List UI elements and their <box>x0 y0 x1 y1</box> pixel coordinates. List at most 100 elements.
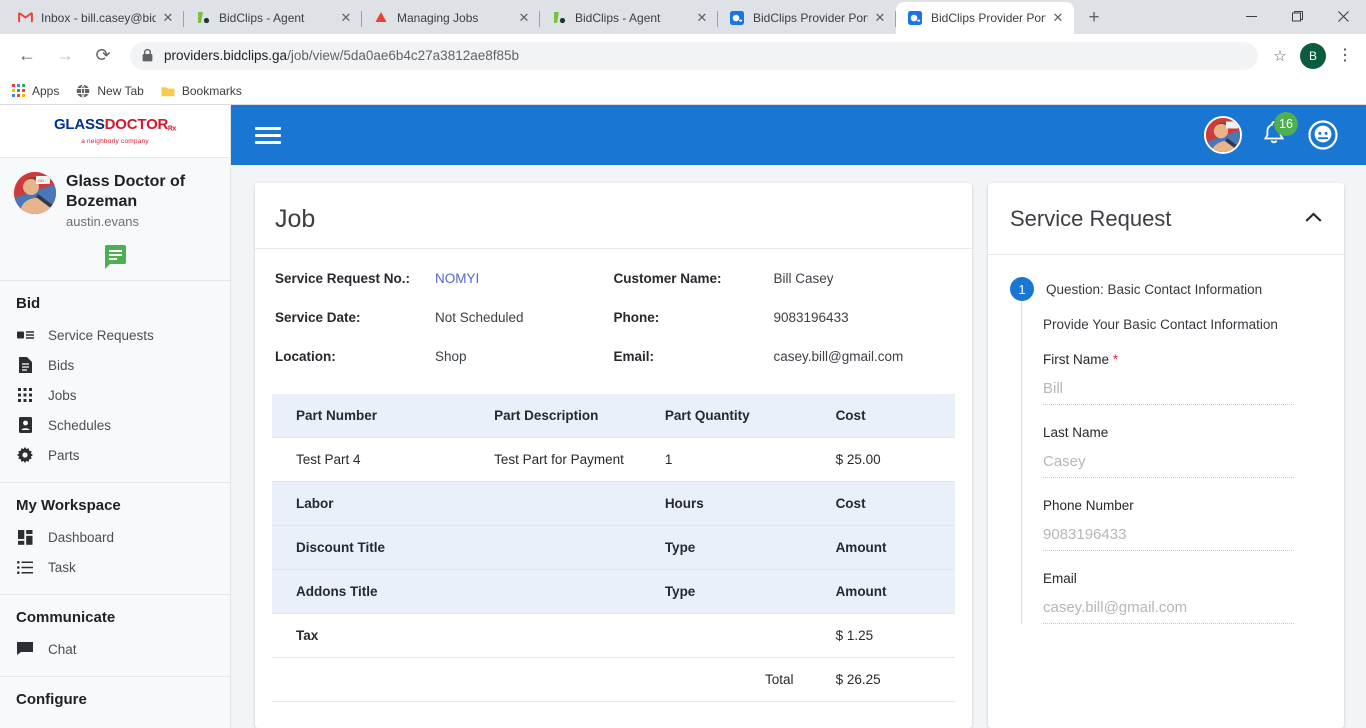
maximize-button[interactable] <box>1274 0 1320 32</box>
notification-badge: 16 <box>1274 112 1298 137</box>
sidebar-group-configure: Configure <box>0 677 230 728</box>
help-button[interactable] <box>1308 120 1338 150</box>
sidebar-item-jobs[interactable]: Jobs <box>0 380 230 410</box>
sidebar-group-title: My Workspace <box>16 497 121 514</box>
logo-mark: ᴿˣ <box>168 124 177 136</box>
sidebar-item-bids[interactable]: Bids <box>0 350 230 380</box>
tab-title: BidClips Provider Portal <box>753 10 868 25</box>
hamburger-icon[interactable] <box>255 123 281 148</box>
tab-title: BidClips - Agent <box>219 10 305 25</box>
back-button[interactable]: ← <box>10 39 44 73</box>
bookmark-apps[interactable]: Apps <box>10 83 59 99</box>
job-details: Service Request No.: NOMYI Service Date:… <box>255 249 972 370</box>
tab-close-icon[interactable]: ✕ <box>1050 10 1066 26</box>
browser-tabstrip: Inbox - bill.casey@bidc ✕ BidClips - Age… <box>0 0 1366 34</box>
detail-value[interactable]: NOMYI <box>435 271 479 286</box>
column-header: Cost <box>811 481 955 527</box>
browser-tab-3[interactable]: BidClips - Agent ✕ <box>540 2 718 34</box>
sidebar-item-chat[interactable]: Chat <box>0 634 230 664</box>
drive-icon <box>373 10 389 26</box>
browser-tab-5-active[interactable]: BidClips Provider Portal ✕ <box>896 1 1074 34</box>
tab-title: Inbox - bill.casey@bidc <box>41 10 156 25</box>
bookmark-star-icon[interactable]: ☆ <box>1266 42 1294 70</box>
notifications-button[interactable]: 16 <box>1262 112 1298 150</box>
bookmark-bookmarks-folder[interactable]: Bookmarks <box>160 83 242 99</box>
tab-close-icon[interactable]: ✕ <box>338 10 354 26</box>
new-tab-button[interactable]: + <box>1080 4 1108 32</box>
last-name-input[interactable]: Casey <box>1043 453 1294 479</box>
url-text: providers.bidclips.ga/job/view/5da0ae6b4… <box>164 48 519 63</box>
sidebar-item-schedules[interactable]: Schedules <box>0 410 230 440</box>
sidebar-group-bid: Bid Service Requests Bids Jobs Schedules… <box>0 281 230 483</box>
browser-tab-4[interactable]: BidClips Provider Portal ✕ <box>718 2 896 34</box>
detail-location: Location: Shop <box>275 349 614 364</box>
service-request-header[interactable]: Service Request <box>988 183 1344 256</box>
browser-tab-0[interactable]: Inbox - bill.casey@bidc ✕ <box>6 2 184 34</box>
minimize-button[interactable] <box>1228 0 1274 32</box>
cell-tax-amount: $ 1.25 <box>811 613 955 659</box>
email-input[interactable]: casey.bill@gmail.com <box>1043 599 1294 625</box>
apps-grid-icon <box>10 83 26 99</box>
table-row-total: Total $ 26.25 <box>272 657 955 703</box>
chevron-up-icon[interactable] <box>1305 210 1322 227</box>
first-name-input[interactable]: Bill <box>1043 380 1294 406</box>
column-header: Amount <box>811 569 955 615</box>
cell-empty <box>272 657 471 703</box>
detail-label: Email: <box>613 349 655 365</box>
reload-button[interactable]: ⟳ <box>86 39 120 73</box>
detail-label: Service Request No.: <box>275 271 411 287</box>
tab-close-icon[interactable]: ✕ <box>160 10 176 26</box>
browser-tab-1[interactable]: BidClips - Agent ✕ <box>184 2 362 34</box>
detail-email: Email: casey.bill@gmail.com <box>614 349 953 364</box>
column-header: Labor <box>272 481 471 527</box>
grid-icon <box>16 388 34 402</box>
sidebar-item-dashboard[interactable]: Dashboard <box>0 522 230 552</box>
column-header: Type <box>640 569 812 615</box>
browser-window: Inbox - bill.casey@bidc ✕ BidClips - Age… <box>0 0 1366 728</box>
avatar[interactable] <box>1204 116 1242 155</box>
avatar[interactable]: GD <box>14 172 56 214</box>
detail-value: casey.bill@gmail.com <box>773 349 904 365</box>
column-header: Type <box>640 525 812 571</box>
bidclips-icon <box>551 10 567 26</box>
detail-label: Location: <box>275 349 336 365</box>
brand-logo[interactable]: GLASSDOCTORᴿˣ a neighborly company <box>0 105 230 158</box>
detail-service-request-no: Service Request No.: NOMYI <box>275 271 614 286</box>
sidebar-item-parts[interactable]: Parts <box>0 440 230 470</box>
profile-name: Glass Doctor of Bozeman <box>66 173 186 210</box>
field-email: Email casey.bill@gmail.com <box>1043 571 1344 625</box>
service-request-body: 1 Question: Basic Contact Information Pr… <box>988 255 1344 728</box>
gear-icon <box>16 447 34 463</box>
sidebar-chat-button[interactable] <box>0 245 230 269</box>
contact-card-icon <box>16 417 34 433</box>
app-sidebar: GLASSDOCTORᴿˣ a neighborly company GD Gl… <box>0 105 231 728</box>
field-label: Email <box>1043 571 1077 587</box>
tab-close-icon[interactable]: ✕ <box>872 10 888 26</box>
cell-part-quantity: 1 <box>640 437 812 483</box>
question-subtitle: Provide Your Basic Contact Information <box>1043 317 1278 333</box>
bookmark-label: Bookmarks <box>181 83 242 98</box>
logo-tagline: a neighborly company <box>81 137 149 145</box>
tab-close-icon[interactable]: ✕ <box>694 10 710 26</box>
svg-text:GD: GD <box>38 178 44 183</box>
table-header-labor: Labor Hours Cost <box>272 481 955 527</box>
profile-avatar[interactable]: B <box>1300 42 1326 69</box>
sidebar-group-title: Bid <box>16 295 41 312</box>
cell-cost: $ 25.00 <box>811 437 955 483</box>
tab-title: Managing Jobs <box>397 10 479 25</box>
bookmark-new-tab[interactable]: New Tab <box>75 83 144 99</box>
close-button[interactable] <box>1320 0 1366 32</box>
chat-icon <box>104 245 126 269</box>
sidebar-group-title: Configure <box>16 691 87 708</box>
sidebar-item-service-requests[interactable]: Service Requests <box>0 320 230 350</box>
chrome-menu-icon[interactable]: ⋮ <box>1332 47 1358 63</box>
phone-number-input[interactable]: 9083196433 <box>1043 526 1294 552</box>
question-title: Question: Basic Contact Information <box>1046 281 1263 297</box>
forward-button[interactable]: → <box>48 39 82 73</box>
tab-close-icon[interactable]: ✕ <box>516 10 532 26</box>
browser-tab-2[interactable]: Managing Jobs ✕ <box>362 2 540 34</box>
sidebar-item-task[interactable]: Task <box>0 552 230 582</box>
address-bar[interactable]: providers.bidclips.ga/job/view/5da0ae6b4… <box>130 41 1258 70</box>
service-request-title: Service Request <box>1010 205 1172 231</box>
table-header-addons: Addons Title Type Amount <box>272 569 955 615</box>
